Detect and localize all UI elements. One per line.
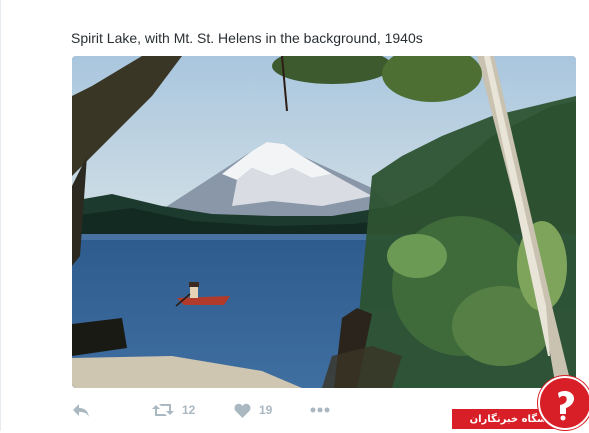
timeline-edge xyxy=(0,0,1,431)
more-button[interactable] xyxy=(310,398,330,422)
retweet-icon xyxy=(152,402,174,418)
tweet-text: Spirit Lake, with Mt. St. Helens in the … xyxy=(71,30,423,46)
watermark-logo: باشگاه خبرنگاران xyxy=(452,376,589,431)
retweet-button[interactable]: 12 xyxy=(152,398,195,422)
reply-button[interactable] xyxy=(72,398,90,422)
lake-mountain-image xyxy=(72,56,576,388)
like-count: 19 xyxy=(259,403,273,417)
tweet-photo[interactable] xyxy=(72,56,576,388)
tweet-actions: 12 19 xyxy=(72,398,392,422)
like-button[interactable]: 19 xyxy=(234,398,272,422)
watermark-emblem xyxy=(538,376,589,430)
heart-icon xyxy=(234,403,251,418)
retweet-count: 12 xyxy=(182,403,196,417)
reply-icon xyxy=(72,402,90,418)
more-dots-icon xyxy=(310,407,330,413)
